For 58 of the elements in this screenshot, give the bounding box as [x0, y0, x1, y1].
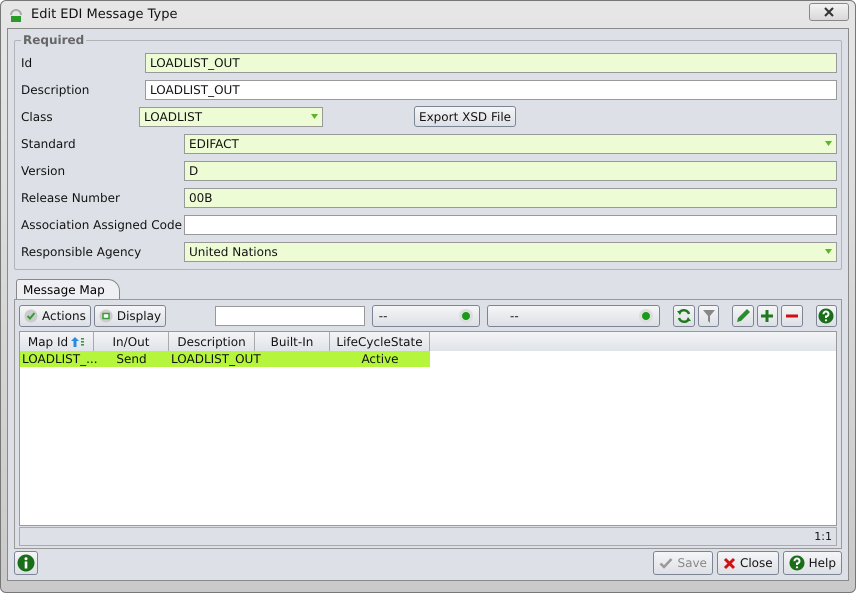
help-button[interactable]: Help [782, 551, 842, 575]
edit-button[interactable] [732, 304, 754, 326]
funnel-icon [702, 308, 716, 324]
plus-icon [760, 308, 774, 322]
field-label: Class [21, 110, 54, 124]
check-icon [24, 308, 38, 322]
refresh-icon [676, 308, 692, 324]
filter-dropdown[interactable]: -- [372, 304, 480, 326]
field-label: Standard [21, 136, 77, 150]
app-icon [9, 6, 23, 22]
filter-button[interactable] [698, 304, 720, 326]
field-label: Version [21, 164, 66, 178]
dropdown-arrow-icon [311, 114, 318, 119]
field-label: Responsible Agency [21, 244, 142, 258]
field-label: Association Assigned Code [21, 218, 183, 232]
table-cell: Send [116, 352, 147, 366]
add-button[interactable] [756, 304, 778, 326]
search-field[interactable] [215, 306, 365, 326]
check-icon [659, 556, 674, 570]
window-icon [98, 308, 113, 322]
input-field[interactable]: LOADLIST_OUT [145, 52, 837, 72]
help-icon [788, 555, 805, 571]
input-field[interactable]: D [184, 160, 837, 180]
class-dropdown[interactable]: LOADLIST [139, 106, 323, 126]
group-legend: Required [21, 33, 86, 47]
input-field[interactable] [184, 214, 837, 234]
table-cell: LOADLIST_OUT [171, 352, 261, 366]
sort-icon [71, 336, 86, 346]
close-button[interactable] [809, 2, 849, 20]
tab[interactable]: Message Map [16, 279, 120, 299]
filter-dropdown[interactable]: -- [487, 304, 660, 326]
dropdown-field[interactable]: United Nations [184, 242, 837, 262]
export-xsd-button[interactable]: Export XSD File [414, 106, 516, 127]
actions-button[interactable]: Actions [19, 304, 91, 326]
dropdown-arrow-icon [825, 141, 832, 146]
close-icon [824, 6, 834, 16]
input-field[interactable]: LOADLIST_OUT [145, 80, 837, 100]
table-row[interactable]: LOADLIST_... Send LOADLIST_OUT Active [20, 351, 430, 367]
pencil-icon [734, 308, 751, 324]
refresh-button[interactable] [673, 304, 695, 326]
window-title: Edit EDI Message Type [31, 7, 178, 22]
info-icon [17, 554, 35, 572]
record-count: 1:1 [814, 530, 832, 543]
input-field[interactable]: 00B [184, 188, 837, 208]
dropdown-arrow-icon [825, 249, 832, 254]
display-button[interactable]: Display [94, 304, 166, 326]
close-icon [722, 556, 736, 570]
help-icon [818, 308, 834, 324]
help-button[interactable] [816, 304, 838, 326]
close-button[interactable]: Close [716, 551, 779, 575]
remove-button[interactable] [781, 304, 803, 326]
field-label: Release Number [21, 190, 121, 204]
dropdown-field[interactable]: EDIFACT [184, 134, 837, 154]
table-cell: LOADLIST_... [22, 352, 98, 366]
field-label: Id [21, 56, 34, 70]
field-label: Description [21, 82, 90, 96]
info-button[interactable] [14, 551, 38, 575]
table-cell: Active [361, 352, 399, 366]
